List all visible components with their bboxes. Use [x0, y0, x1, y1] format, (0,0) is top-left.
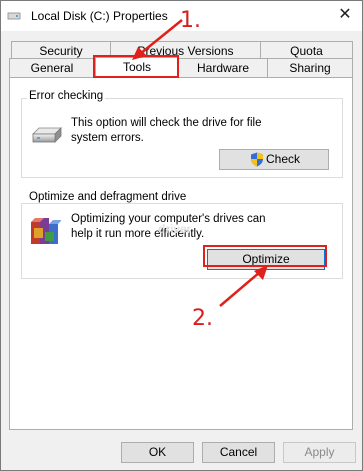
arrow-to-optimize-icon — [219, 265, 268, 307]
close-button[interactable]: ✕ — [332, 3, 358, 27]
drive-icon — [32, 127, 62, 143]
apply-button[interactable]: Apply — [283, 442, 356, 463]
tab-general[interactable]: General — [9, 58, 95, 78]
check-button[interactable]: Check — [219, 149, 329, 170]
tab-sharing[interactable]: Sharing — [267, 58, 353, 78]
drive-title-icon — [7, 12, 21, 20]
defrag-icon — [31, 218, 61, 244]
watermark-text: driver — [158, 222, 192, 236]
optimize-title: Optimize and defragment drive — [27, 191, 189, 203]
check-button-label: Check — [265, 152, 300, 166]
cancel-button[interactable]: Cancel — [202, 442, 275, 463]
properties-window: Local Disk (C:) Properties ✕ Security Pr… — [0, 0, 363, 471]
error-checking-title: Error checking — [27, 90, 106, 102]
step-2-label: 2. — [192, 306, 213, 331]
ok-button[interactable]: OK — [121, 442, 194, 463]
step-1-label: 1. — [180, 8, 201, 33]
shield-icon — [251, 152, 263, 167]
tab-quota[interactable]: Quota — [260, 41, 353, 59]
error-checking-description: This option will check the drive for fil… — [71, 117, 262, 144]
